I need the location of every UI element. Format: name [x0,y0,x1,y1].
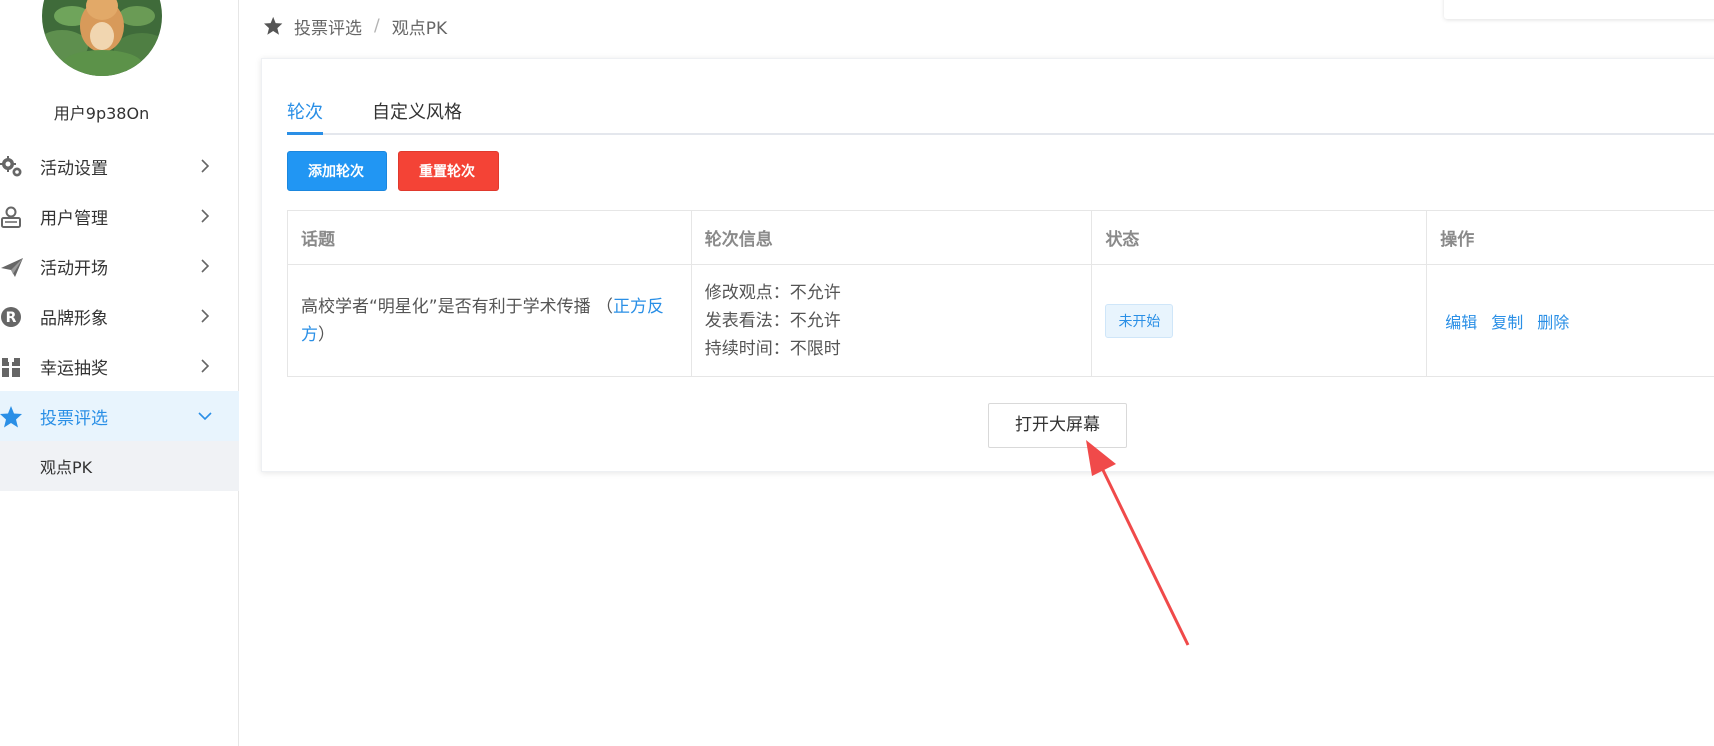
sidebar-menu: 活动设置 用户管理 活动开场 R 品牌形象 幸运抽奖 投票评选 观点PK [0,141,239,491]
chevron-down-icon [198,412,212,421]
table-header-row: 话题 轮次信息 状态 操作 [288,211,1714,265]
main-card: 轮次 自定义风格 添加轮次 重置轮次 话题 轮次信息 状态 操作 高校学者“明星… [261,58,1714,472]
breadcrumb-parent[interactable]: 投票评选 [294,14,362,39]
add-round-button[interactable]: 添加轮次 [287,151,387,191]
sidebar-item-label: 品牌形象 [40,308,108,329]
status-badge: 未开始 [1105,303,1174,338]
sidebar-item-brand-image[interactable]: R 品牌形象 [0,291,239,341]
info-duration: 持续时间：不限时 [704,338,841,359]
sidebar-item-label: 幸运抽奖 [40,358,108,379]
topic-paren-open: （ [590,296,614,317]
topic-text: 高校学者“明星化”是否有利于学术传播 [301,296,591,317]
star-icon [0,406,22,428]
sidebar-subitem-opinion-pk[interactable]: 观点PK [0,441,239,491]
sidebar-item-label: 投票评选 [40,408,108,429]
sidebar-subitem-label: 观点PK [40,458,93,477]
breadcrumb: 投票评选 / 观点PK [264,14,448,39]
sidebar-item-label: 用户管理 [40,208,108,229]
chevron-right-icon [201,159,210,173]
column-header-status: 状态 [1092,211,1428,264]
info-modify-opinion: 修改观点：不允许 [704,282,841,303]
actions-cell: 编辑 复制 删除 [1427,265,1714,376]
sidebar-item-label: 活动设置 [40,158,108,179]
reset-round-button[interactable]: 重置轮次 [398,151,499,191]
tab-bar: 轮次 自定义风格 [287,97,1714,135]
chevron-right-icon [201,259,210,273]
sidebar-item-activity-settings[interactable]: 活动设置 [0,141,239,191]
tab-rounds[interactable]: 轮次 [287,97,323,135]
copy-link[interactable]: 复制 [1491,309,1523,333]
sidebar: 用户9p38On 活动设置 用户管理 活动开场 R 品牌形象 幸运抽奖 投票评选… [0,0,239,746]
star-icon [264,16,283,35]
chevron-right-icon [201,359,210,373]
avatar[interactable] [42,0,162,76]
sidebar-item-voting[interactable]: 投票评选 [0,391,239,441]
breadcrumb-current: 观点PK [391,18,448,39]
user-card-icon [1,206,21,228]
gears-icon [0,156,22,177]
tab-custom-style[interactable]: 自定义风格 [372,97,462,135]
gift-icon [2,358,20,377]
svg-text:R: R [6,310,17,326]
edit-link[interactable]: 编辑 [1445,309,1477,333]
rounds-table: 话题 轮次信息 状态 操作 高校学者“明星化”是否有利于学术传播 （正方反方） … [287,210,1714,377]
sidebar-item-user-management[interactable]: 用户管理 [0,191,239,241]
annotation-arrow-icon [1086,440,1190,646]
column-header-topic: 话题 [288,211,692,264]
column-header-round-info: 轮次信息 [692,211,1093,264]
chevron-right-icon [201,309,210,323]
sidebar-item-activity-opening[interactable]: 活动开场 [0,241,239,291]
delete-link[interactable]: 删除 [1537,309,1569,333]
round-info-cell: 修改观点：不允许 发表看法：不允许 持续时间：不限时 [692,265,1093,376]
info-post-comment: 发表看法：不允许 [704,310,841,331]
topic-paren-close: ） [318,324,335,345]
username: 用户9p38On [53,104,150,123]
paper-plane-icon [1,258,23,277]
table-row: 高校学者“明星化”是否有利于学术传播 （正方反方） 修改观点：不允许 发表看法：… [288,265,1714,377]
registered-icon: R [1,307,21,327]
chevron-right-icon [201,209,210,223]
sidebar-item-label: 活动开场 [40,258,108,279]
status-cell: 未开始 [1092,265,1428,376]
column-header-actions: 操作 [1427,211,1714,264]
top-right-panel [1444,0,1714,19]
sidebar-item-lucky-draw[interactable]: 幸运抽奖 [0,341,239,391]
breadcrumb-separator: / [374,16,380,36]
topic-cell: 高校学者“明星化”是否有利于学术传播 （正方反方） [288,265,692,376]
